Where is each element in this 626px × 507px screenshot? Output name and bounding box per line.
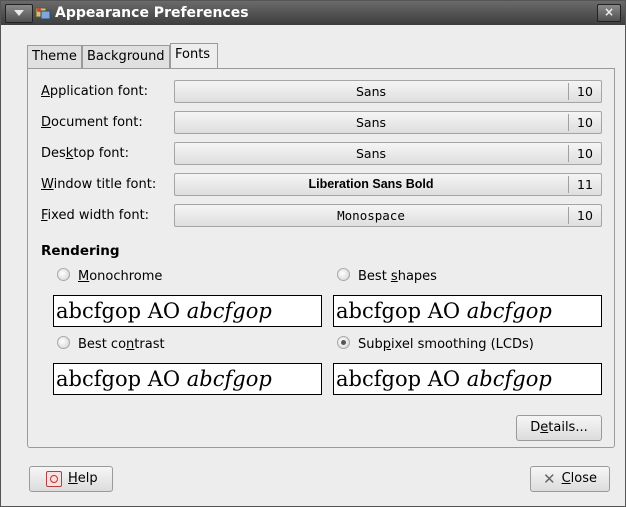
close-icon: × [603,5,615,19]
best-shapes-radio[interactable]: Best shapes [337,268,437,285]
appearance-preferences-window: Appearance Preferences × Theme Backgroun… [0,0,626,507]
font-name: Monospace [337,208,405,223]
close-icon: ✕ [543,470,556,488]
fixed-width-font-label: Fixed width font: [41,208,150,223]
monochrome-radio[interactable]: Monochrome [57,268,162,285]
font-name: Sans [355,146,387,161]
desktop-font-label: Desktop font: [41,146,129,161]
window-title-font-label: Window title font: [41,177,157,192]
font-name: Sans [355,115,387,130]
help-label: Help [68,471,98,486]
radio-indicator[interactable] [57,336,70,349]
subpixel-smoothing-sample: abcfgop AO abcfgop [333,363,602,395]
rendering-section-title: Rendering [41,243,120,259]
window-close-button[interactable]: × [597,4,621,22]
font-size: 10 [568,83,601,100]
document-font-label: Document font: [41,115,143,130]
tab-label: Fonts [175,47,211,62]
best-contrast-radio[interactable]: Best contrast [57,336,165,353]
appearance-app-icon [35,7,51,20]
window-title: Appearance Preferences [55,5,249,21]
font-size: 10 [568,207,601,224]
font-size: 10 [568,114,601,131]
window-menu-button[interactable] [5,4,33,23]
radio-indicator[interactable] [57,268,70,281]
application-font-button[interactable]: Sans 10 [174,80,602,103]
help-icon [46,471,62,487]
details-button[interactable]: Details... [516,415,602,441]
application-font-label: Application font: [41,84,149,99]
tab-label: Background [87,49,165,64]
desktop-font-button[interactable]: Sans 10 [174,142,602,165]
monochrome-sample: abcfgop AO abcfgop [53,295,322,327]
font-name: Sans [355,84,387,99]
font-name: Liberation Sans Bold [308,177,434,191]
tab-background[interactable]: Background [82,45,170,69]
tab-label: Theme [32,49,77,64]
font-size: 11 [568,176,601,193]
radio-indicator[interactable] [337,268,350,281]
font-size: 10 [568,145,601,162]
document-font-button[interactable]: Sans 10 [174,111,602,134]
best-contrast-sample: abcfgop AO abcfgop [53,363,322,395]
close-label: Close [561,471,597,486]
subpixel-smoothing-radio[interactable]: Subpixel smoothing (LCDs) [337,336,534,353]
best-shapes-sample: abcfgop AO abcfgop [333,295,602,327]
tab-fonts[interactable]: Fonts [170,43,218,71]
close-button[interactable]: ✕ Close [530,466,610,492]
window-title-font-button[interactable]: Liberation Sans Bold 11 [174,173,602,196]
title-bar: Appearance Preferences × [1,1,625,25]
fixed-width-font-button[interactable]: Monospace 10 [174,204,602,227]
radio-indicator[interactable] [337,336,350,349]
tab-theme[interactable]: Theme [27,45,82,69]
help-button[interactable]: Help [29,466,113,492]
